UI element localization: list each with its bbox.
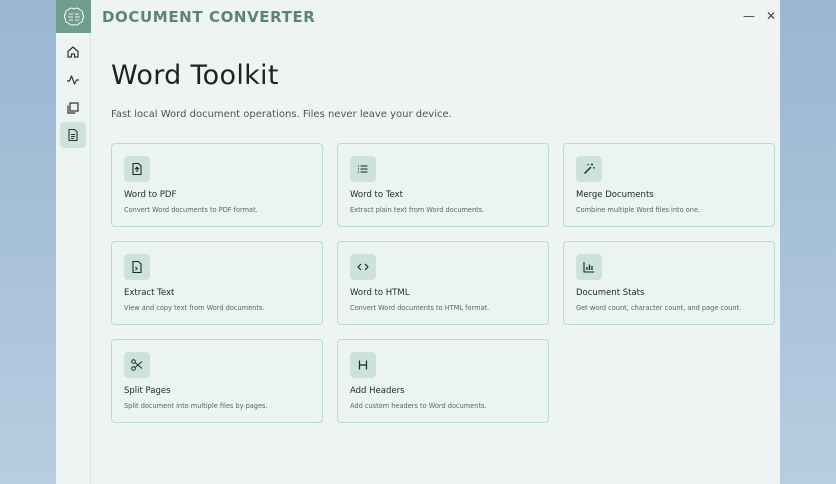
card-description: Split document into multiple files by pa…: [124, 402, 268, 410]
scissors-icon: [124, 352, 150, 378]
card-description: Convert Word documents to HTML format.: [350, 304, 490, 312]
activity-icon: [67, 75, 79, 85]
library-icon: [67, 102, 79, 114]
nav-home[interactable]: [60, 39, 86, 65]
card-title: Add Headers: [350, 386, 405, 396]
card-split-pages[interactable]: Split Pages Split document into multiple…: [111, 339, 323, 423]
nav-activity[interactable]: [60, 67, 86, 93]
document-icon: [68, 128, 78, 142]
app-logo: [56, 0, 91, 33]
card-merge-documents[interactable]: Merge Documents Combine multiple Word fi…: [563, 143, 775, 227]
card-description: Get word count, character count, and pag…: [576, 304, 742, 312]
card-word-to-text[interactable]: Word to Text Extract plain text from Wor…: [337, 143, 549, 227]
sidebar: [56, 33, 91, 484]
app-title: DOCUMENT CONVERTER: [102, 8, 316, 26]
minimize-button[interactable]: —: [742, 9, 756, 23]
main-content: Word Toolkit Fast local Word document op…: [92, 33, 780, 484]
card-extract-text[interactable]: Extract Text View and copy text from Wor…: [111, 241, 323, 325]
brain-logo-icon: [63, 7, 84, 26]
file-text-icon: [124, 254, 150, 280]
card-description: View and copy text from Word documents.: [124, 304, 265, 312]
close-button[interactable]: ✕: [764, 9, 778, 23]
nav-documents[interactable]: [60, 122, 86, 148]
card-title: Word to Text: [350, 190, 403, 200]
card-description: Add custom headers to Word documents.: [350, 402, 487, 410]
card-description: Extract plain text from Word documents.: [350, 206, 485, 214]
app-window: DOCUMENT CONVERTER — ✕ Word Toolkit Fast…: [56, 0, 780, 484]
card-document-stats[interactable]: Document Stats Get word count, character…: [563, 241, 775, 325]
card-word-to-pdf[interactable]: Word to PDF Convert Word documents to PD…: [111, 143, 323, 227]
heading-icon: [350, 352, 376, 378]
card-title: Document Stats: [576, 288, 645, 298]
card-title: Split Pages: [124, 386, 171, 396]
card-description: Convert Word documents to PDF format.: [124, 206, 258, 214]
bar-chart-icon: [576, 254, 602, 280]
page-subtitle: Fast local Word document operations. Fil…: [111, 109, 452, 120]
magic-wand-icon: [576, 156, 602, 182]
card-title: Word to PDF: [124, 190, 177, 200]
file-export-icon: [124, 156, 150, 182]
list-icon: [350, 156, 376, 182]
title-bar: DOCUMENT CONVERTER — ✕: [56, 0, 780, 33]
home-icon: [67, 46, 79, 58]
card-title: Extract Text: [124, 288, 175, 298]
code-icon: [350, 254, 376, 280]
nav-library[interactable]: [60, 95, 86, 121]
card-title: Word to HTML: [350, 288, 410, 298]
card-description: Combine multiple Word files into one.: [576, 206, 701, 214]
page-title: Word Toolkit: [111, 60, 279, 91]
card-word-to-html[interactable]: Word to HTML Convert Word documents to H…: [337, 241, 549, 325]
card-add-headers[interactable]: Add Headers Add custom headers to Word d…: [337, 339, 549, 423]
card-title: Merge Documents: [576, 190, 654, 200]
